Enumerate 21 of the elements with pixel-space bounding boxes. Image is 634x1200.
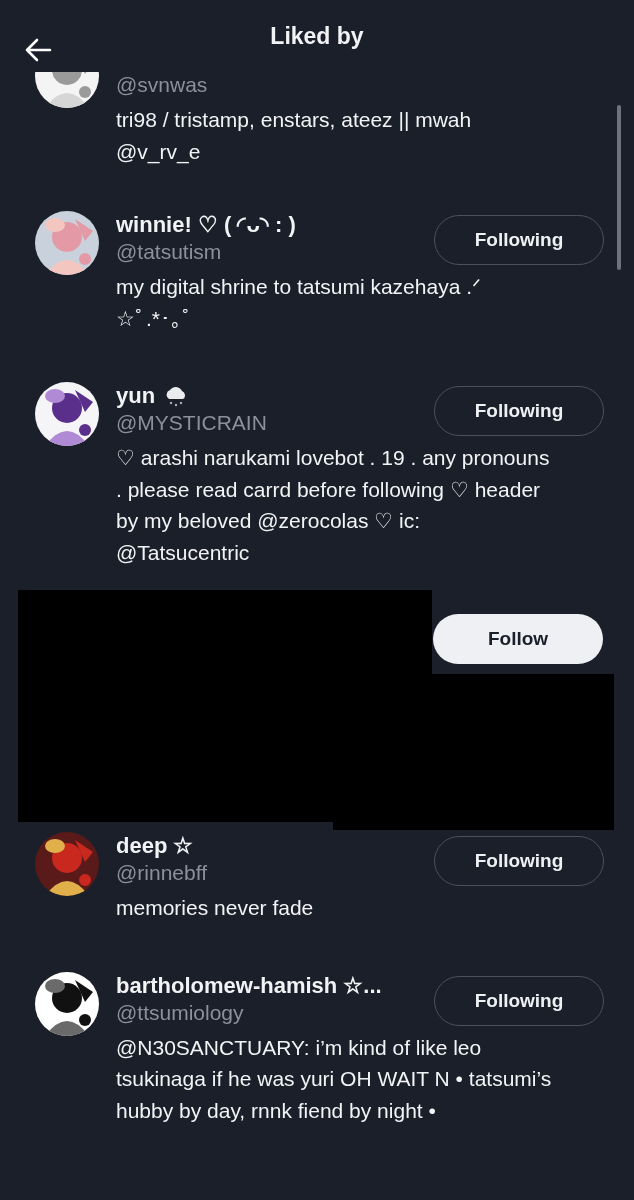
following-button[interactable]: Following [434, 975, 604, 1026]
user-bio: @N30SANCTUARY: i’m kind of like leo tsukinaga if he was yuri OH WAIT N • tatsumi’s hubby by day, rnnk fiend by night • [116, 1034, 553, 1124]
following-button[interactable]: Following [434, 836, 604, 886]
user-bio: tri98 / tristamp, enstars, ateez || mwah @v_rv_e [116, 107, 473, 166]
user-handle: @ttsumiology [116, 999, 245, 1026]
follow-button[interactable]: Follow [433, 614, 603, 664]
user-handle: @tatsutism [116, 239, 223, 265]
page-title: Liked by [270, 22, 364, 50]
following-button[interactable]: Following [434, 386, 604, 436]
following-button[interactable]: Following [434, 215, 604, 265]
back-icon[interactable] [24, 36, 52, 64]
user-bio: my digital shrine to tatsumi kazehaya .ᐟ ☆ﾟ.*･｡ﾟ [116, 274, 482, 332]
user-handle: @svnwas [116, 72, 209, 98]
user-name: deep ☆ [116, 832, 194, 860]
user-name: bartholomew-hamish ☆... [116, 971, 382, 1000]
user-bio: memories never fade [116, 895, 315, 921]
user-name: yun [116, 382, 156, 410]
user-bio: ♡ arashi narukami lovebot . 19 . any pronouns . please read carrd before following ♡ header by my beloved @zerocolas ♡ ic: @Tatsucentric [116, 445, 551, 566]
user-handle: @MYSTICRAIN [116, 410, 267, 436]
user-name: winnie! ♡ ( ◜ᴗ◝ : ) [116, 211, 296, 239]
user-handle: @rinnebff [116, 860, 207, 886]
